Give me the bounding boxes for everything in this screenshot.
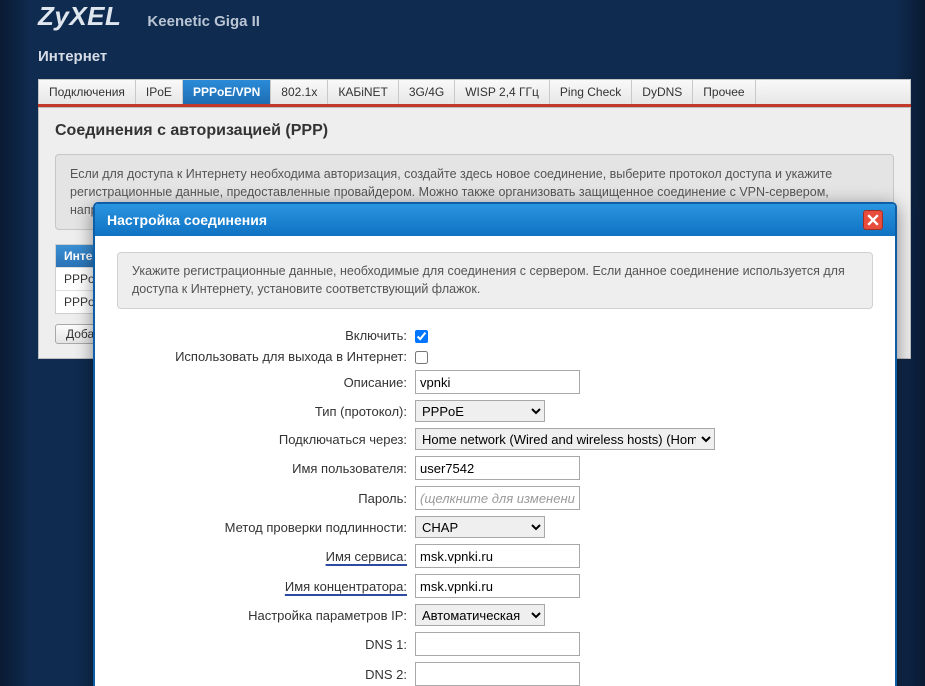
tab-dydns[interactable]: DyDNS xyxy=(632,80,693,104)
enable-checkbox[interactable] xyxy=(415,330,428,343)
tab-pppoe-vpn[interactable]: PPPoE/VPN xyxy=(183,80,271,104)
dialog-body: Укажите регистрационные данные, необходи… xyxy=(95,236,895,686)
type-select[interactable]: PPPoE xyxy=(415,400,545,422)
tab-bar: ПодключенияIPoEPPPoE/VPN802.1xКАБiNET3G/… xyxy=(38,79,911,104)
label-dns1: DNS 1: xyxy=(117,629,415,659)
close-icon[interactable] xyxy=(863,210,883,230)
tab-подключения[interactable]: Подключения xyxy=(39,80,136,104)
dialog-titlebar: Настройка соединения xyxy=(95,204,895,236)
description-input[interactable] xyxy=(415,370,580,394)
settings-form: Включить: Использовать для выхода в Инте… xyxy=(117,325,873,686)
service-name-input[interactable] xyxy=(415,544,580,568)
section-title: Интернет xyxy=(0,32,925,79)
connect-via-select[interactable]: Home network (Wired and wireless hosts) … xyxy=(415,428,715,450)
connection-settings-dialog: Настройка соединения Укажите регистрацио… xyxy=(93,202,897,686)
ip-settings-select[interactable]: Автоматическая xyxy=(415,604,545,626)
label-ip-settings: Настройка параметров IP: xyxy=(117,601,415,629)
label-service-name: Имя сервиса: xyxy=(326,549,407,564)
label-auth-method: Метод проверки подлинности: xyxy=(117,513,415,541)
auth-method-select[interactable]: CHAP xyxy=(415,516,545,538)
label-enable: Включить: xyxy=(117,325,415,346)
label-dns2: DNS 2: xyxy=(117,659,415,686)
dialog-note: Укажите регистрационные данные, необходи… xyxy=(117,252,873,309)
label-password: Пароль: xyxy=(117,483,415,513)
tab-wisp-2-4-ггц[interactable]: WISP 2,4 ГГц xyxy=(455,80,550,104)
label-username: Имя пользователя: xyxy=(117,453,415,483)
use-internet-checkbox[interactable] xyxy=(415,351,428,364)
label-type: Тип (протокол): xyxy=(117,397,415,425)
concentrator-name-input[interactable] xyxy=(415,574,580,598)
tab-ipoe[interactable]: IPoE xyxy=(136,80,183,104)
dns1-input[interactable] xyxy=(415,632,580,656)
device-model: Keenetic Giga II xyxy=(147,13,260,32)
brand-logo: ZyXEL xyxy=(38,1,121,32)
page-root: ZyXEL Keenetic Giga II Интернет Подключе… xyxy=(0,0,925,686)
header: ZyXEL Keenetic Giga II xyxy=(0,0,925,32)
tab-ping-check[interactable]: Ping Check xyxy=(550,80,632,104)
dialog-title: Настройка соединения xyxy=(107,212,267,228)
tab-кабinet[interactable]: КАБiNET xyxy=(328,80,399,104)
password-input[interactable] xyxy=(415,486,580,510)
panel-title: Соединения с авторизацией (PPP) xyxy=(55,122,894,140)
label-use-internet: Использовать для выхода в Интернет: xyxy=(117,346,415,367)
tab-802-1x[interactable]: 802.1x xyxy=(271,80,328,104)
tab-прочее[interactable]: Прочее xyxy=(693,80,755,104)
label-connect-via: Подключаться через: xyxy=(117,425,415,453)
username-input[interactable] xyxy=(415,456,580,480)
label-description: Описание: xyxy=(117,367,415,397)
dns2-input[interactable] xyxy=(415,662,580,686)
tab-3g-4g[interactable]: 3G/4G xyxy=(399,80,455,104)
label-concentrator-name: Имя концентратора: xyxy=(285,579,407,594)
